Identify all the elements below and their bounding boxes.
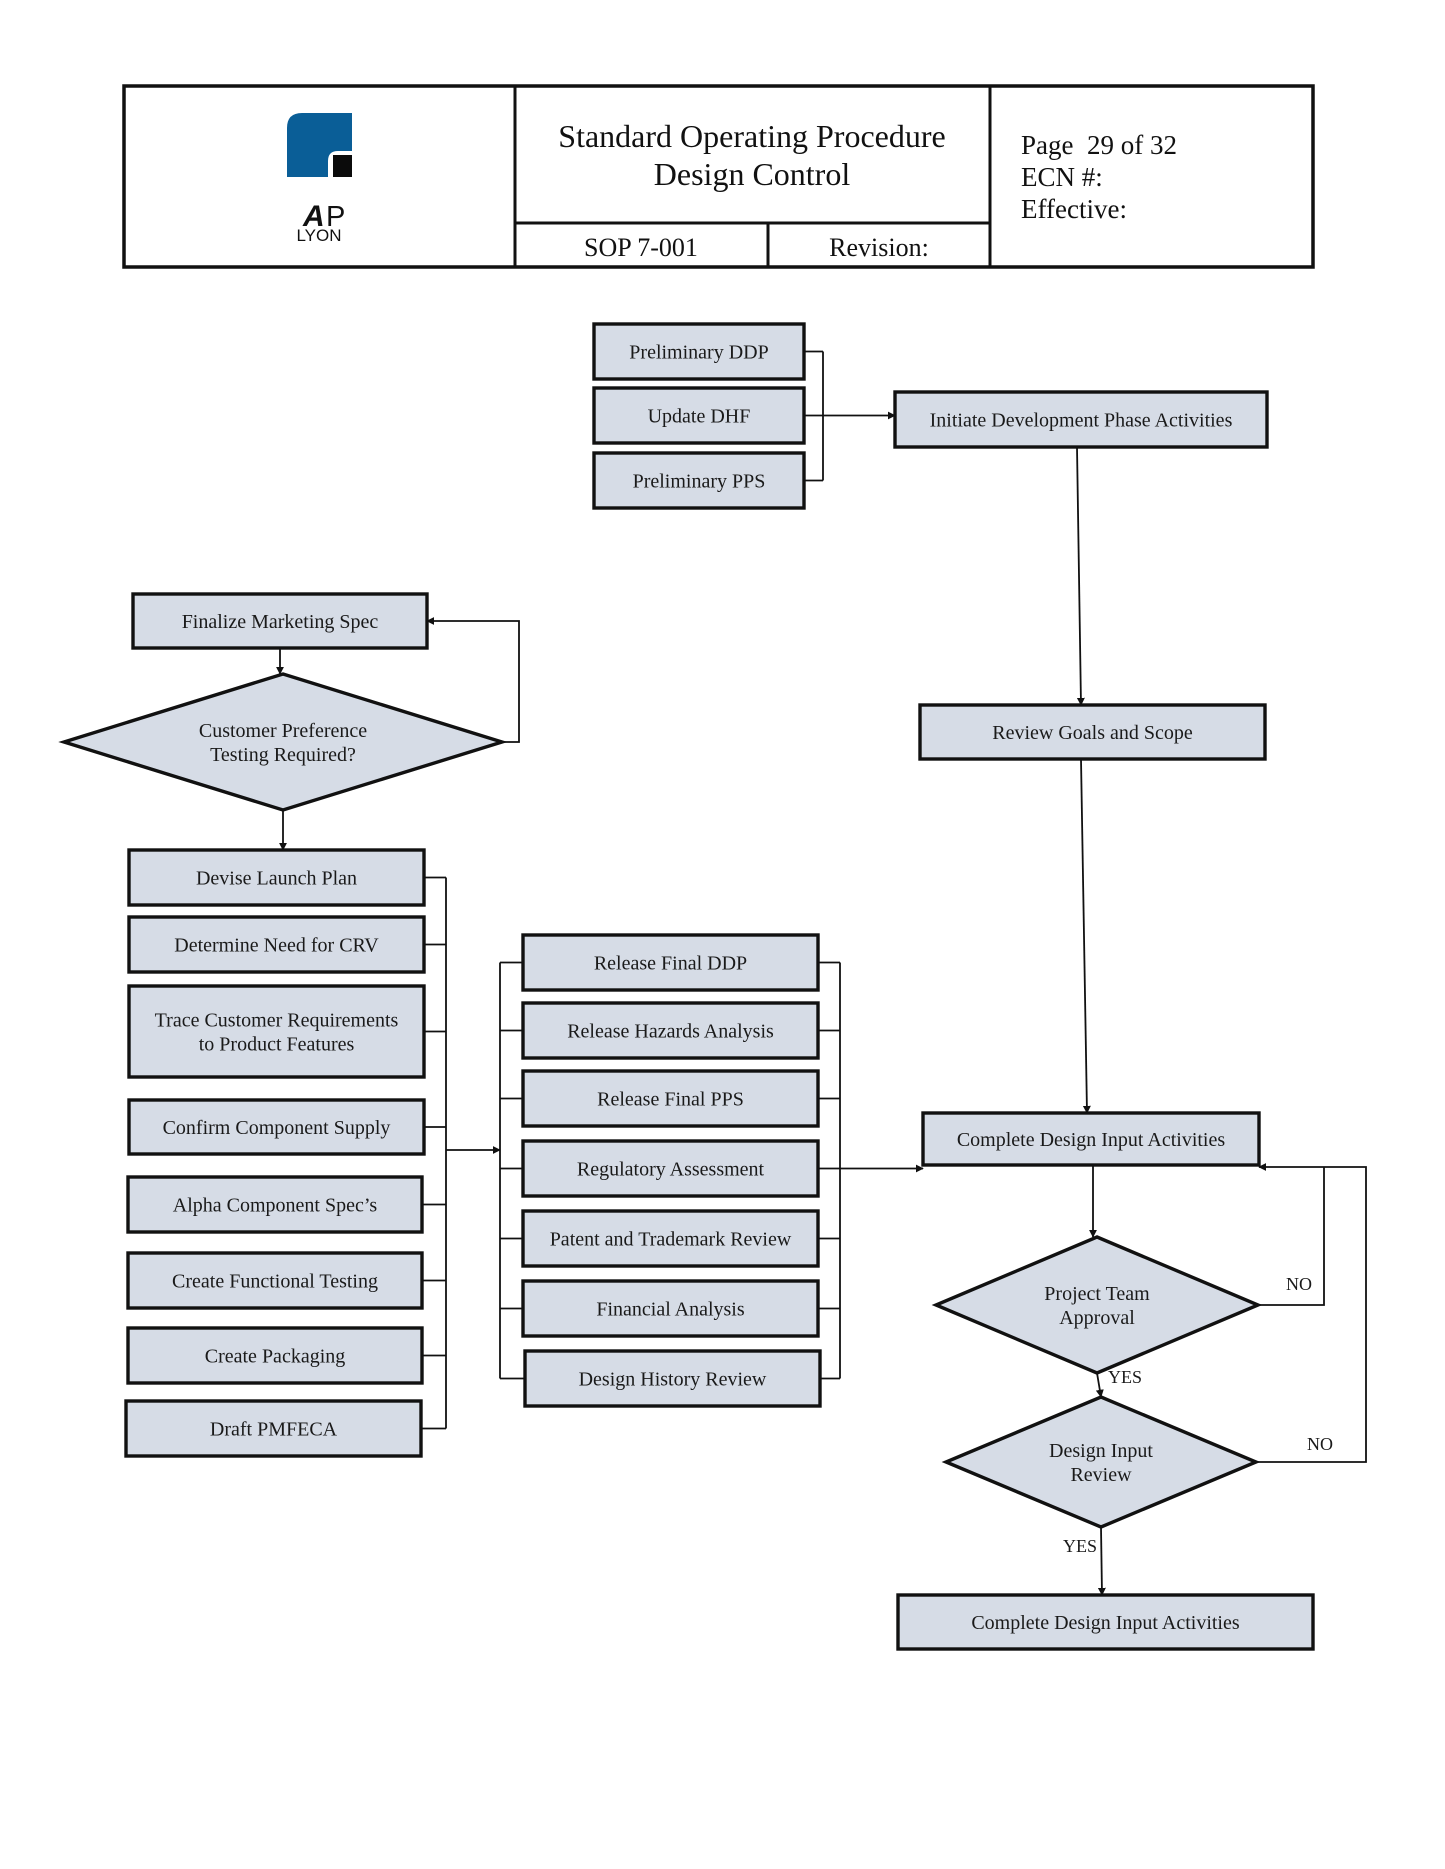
arrow-to-input-review (1095, 1372, 1104, 1398)
node-label: Testing Required? (210, 744, 356, 766)
process-node-design-history: Design History Review (523, 1349, 822, 1408)
node-label: Complete Design Input Activities (957, 1129, 1226, 1151)
node-label: Create Packaging (205, 1346, 346, 1368)
node-label: Confirm Component Supply (163, 1117, 391, 1139)
process-box (127, 984, 426, 1079)
document-header: A P LYON Standard Operating Procedure De… (122, 84, 1315, 269)
process-node-release-hazards: Release Hazards Analysis (521, 1001, 820, 1060)
process-node-functional-testing: Create Functional Testing (126, 1251, 424, 1310)
process-node-prelim-ddp: Preliminary DDP (592, 322, 806, 381)
node-label: Update DHF (648, 406, 751, 428)
arrow-to-complete-input-final (1097, 1526, 1106, 1596)
node-label: Complete Design Input Activities (971, 1612, 1240, 1634)
node-label: Preliminary DDP (629, 342, 768, 364)
node-label: Preliminary PPS (633, 471, 766, 493)
node-label: Regulatory Assessment (577, 1159, 765, 1181)
process-node-confirm-supply: Confirm Component Supply (127, 1098, 426, 1156)
node-label: Trace Customer Requirements (155, 1010, 399, 1032)
process-node-trace-reqs: Trace Customer Requirementsto Product Fe… (127, 984, 426, 1079)
process-node-complete-input-2: Complete Design Input Activities (896, 1593, 1315, 1651)
document-subtitle: Design Control (654, 156, 851, 192)
node-label: Release Final DDP (594, 953, 747, 975)
process-node-update-dhf: Update DHF (592, 386, 806, 445)
process-node-create-packaging: Create Packaging (126, 1326, 424, 1385)
process-node-complete-input-1: Complete Design Input Activities (921, 1111, 1261, 1167)
process-node-determine-crv: Determine Need for CRV (127, 915, 426, 974)
node-label: Release Hazards Analysis (567, 1021, 774, 1043)
node-label: Patent and Trademark Review (550, 1229, 792, 1251)
node-label: Finalize Marketing Spec (182, 611, 379, 633)
node-label: Create Functional Testing (172, 1271, 378, 1293)
arrow-to-complete-input (1080, 758, 1091, 1114)
node-label: Devise Launch Plan (196, 868, 357, 890)
ecn-label: ECN #: (1021, 162, 1103, 192)
process-node-initiate-dev: Initiate Development Phase Activities (893, 390, 1269, 449)
logo-subtitle: LYON (296, 226, 341, 245)
effective-label: Effective: (1021, 194, 1127, 224)
no-loop-review (1256, 1163, 1367, 1463)
node-label: Design History Review (579, 1369, 767, 1391)
node-label: Initiate Development Phase Activities (930, 410, 1233, 432)
node-label: Design Input (1049, 1440, 1153, 1462)
process-node-financial: Financial Analysis (521, 1279, 820, 1338)
process-node-regulatory: Regulatory Assessment (521, 1139, 820, 1198)
process-node-review-goals: Review Goals and Scope (918, 703, 1267, 761)
process-node-release-ddp: Release Final DDP (521, 933, 820, 992)
decision-diamond (941, 1395, 1261, 1529)
sop-page: A P LYON Standard Operating Procedure De… (58, 84, 1367, 1651)
edge-label-review-yes: YES (1063, 1536, 1097, 1556)
decision-node-customer-pref: Customer PreferenceTesting Required? (58, 672, 508, 812)
edge-label-review-no: NO (1307, 1434, 1333, 1454)
process-node-draft-pmfeca: Draft PMFECA (124, 1399, 423, 1458)
decision-diamond (58, 672, 508, 812)
process-node-finalize-marketing: Finalize Marketing Spec (131, 592, 429, 650)
node-label: Release Final PPS (597, 1089, 744, 1111)
edge-label-approval-no: NO (1286, 1274, 1312, 1294)
process-node-release-pps: Release Final PPS (521, 1069, 820, 1128)
node-label: Review Goals and Scope (992, 722, 1193, 744)
process-node-devise-launch: Devise Launch Plan (127, 848, 426, 907)
node-label: Draft PMFECA (210, 1419, 338, 1441)
edge-label-approval-yes: YES (1108, 1367, 1142, 1387)
node-label: Project Team (1044, 1283, 1150, 1305)
decision-diamond (931, 1235, 1263, 1375)
process-node-alpha-spec: Alpha Component Spec’s (126, 1175, 424, 1234)
arrow-to-review-goals (1076, 446, 1085, 706)
document-title: Standard Operating Procedure (558, 118, 945, 154)
process-node-patent-trademark: Patent and Trademark Review (521, 1209, 820, 1268)
node-label: Review (1070, 1464, 1132, 1486)
node-label: to Product Features (199, 1034, 355, 1056)
decision-node-team-approval: Project TeamApproval (931, 1235, 1263, 1375)
node-label: Financial Analysis (596, 1299, 745, 1321)
node-label: Determine Need for CRV (174, 935, 379, 957)
flowchart-connectors (276, 350, 1367, 1596)
flowchart-nodes: Preliminary DDP Update DHF Preliminary PPS… (58, 322, 1315, 1651)
node-label: Alpha Component Spec’s (173, 1195, 378, 1217)
page-number: Page 29 of 32 (1021, 130, 1177, 160)
node-label: Customer Preference (199, 720, 367, 742)
node-label: Approval (1059, 1307, 1135, 1329)
logo-black-square (333, 155, 352, 177)
sop-number: SOP 7-001 (584, 233, 698, 262)
decision-node-input-review: Design InputReview (941, 1395, 1261, 1529)
process-node-prelim-pps: Preliminary PPS (592, 451, 806, 510)
revision-label: Revision: (829, 233, 929, 262)
